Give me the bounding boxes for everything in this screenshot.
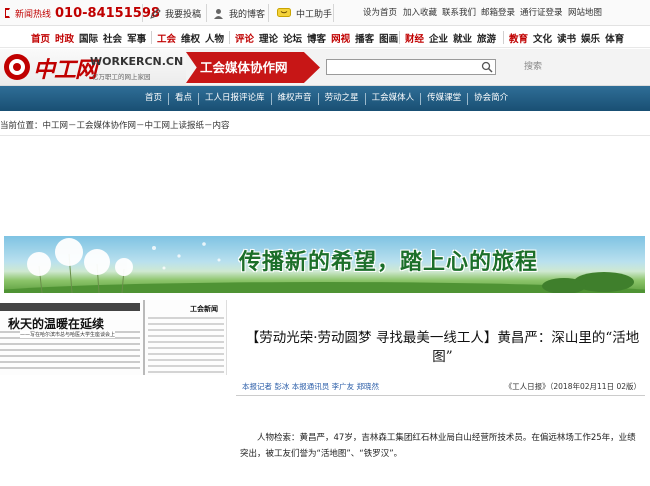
cat-link[interactable]: 国际 [79, 31, 98, 45]
divider [503, 31, 504, 44]
cat-link[interactable]: 就业 [453, 31, 472, 45]
blog-link[interactable]: 我的博客 [213, 0, 265, 26]
thumb-headline: 秋天的温暖在延续 [8, 317, 105, 331]
category-group-news: 首页 时政 国际 社会 军事 [31, 27, 151, 48]
divider [0, 135, 650, 136]
cat-link[interactable]: 网视 [331, 31, 350, 45]
user-icon [214, 8, 223, 19]
divider [268, 4, 269, 22]
cat-link[interactable]: 图画 [379, 31, 398, 45]
cat-link[interactable]: 文化 [533, 31, 552, 45]
link-passport-login[interactable]: 通行证登录 [520, 0, 563, 26]
cat-link[interactable]: 理论 [259, 31, 278, 45]
emblem-icon [4, 54, 30, 80]
nav-media-class[interactable]: 传媒课堂 [421, 86, 467, 111]
breadcrumb: 当前位置：中工网－工会媒体协作网－中工网上读报纸－内容 [0, 121, 230, 131]
divider [333, 4, 334, 22]
search-button[interactable]: 搜索 [516, 59, 550, 75]
cat-link[interactable]: 播客 [355, 31, 374, 45]
cat-link[interactable]: 财经 [405, 31, 424, 45]
article-source: 《工人日报》（2018年02月11日 02版） [504, 382, 641, 391]
hotline-number: 010-84151598 [55, 5, 160, 21]
site-header: 中工网 WORKERCN.CN 亿万职工的网上家园 工会媒体协作网 搜索 [0, 49, 650, 86]
category-group-culture: 教育 文化 读书 娱乐 体育 [509, 27, 629, 48]
category-group-opinion: 评论 理论 论坛 博客 网视 播客 图画 [235, 27, 403, 48]
link-set-homepage[interactable]: 设为首页 [363, 0, 397, 26]
category-group-finance: 财经 企业 就业 旅游 [405, 27, 501, 48]
cat-link[interactable]: 教育 [509, 31, 528, 45]
cat-link[interactable]: 人物 [205, 31, 224, 45]
cat-link[interactable]: 首页 [31, 31, 50, 45]
cat-link[interactable]: 工会 [157, 31, 176, 45]
assistant-label: 中工助手 [296, 9, 333, 20]
divider [399, 31, 400, 44]
cat-link[interactable]: 读书 [557, 31, 576, 45]
main-nav: 首页 看点 工人日报评论库 维权声音 劳动之星 工会媒体人 传媒课堂 协会简介 [0, 86, 650, 111]
cat-link[interactable]: 军事 [127, 31, 146, 45]
submit-label: 我要投稿 [165, 9, 202, 20]
cat-link[interactable]: 维权 [181, 31, 200, 45]
cat-link[interactable]: 评论 [235, 31, 254, 45]
logo[interactable]: 中工网 WORKERCN.CN 亿万职工的网上家园 [0, 49, 186, 85]
promo-banner[interactable]: 传播新的希望，踏上心的旅程 [4, 236, 645, 293]
phone-icon [5, 8, 10, 18]
newspaper-thumbnail[interactable]: 秋天的温暖在延续 ——写在哈尔滨市总与哈医大学生座谈会上 工会新闻 [0, 300, 227, 375]
link-mail-login[interactable]: 邮箱登录 [481, 0, 515, 26]
hotline: 新闻热线 010-84151598 [3, 0, 160, 26]
cat-link[interactable]: 时政 [55, 31, 74, 45]
hotline-label: 新闻热线 [15, 9, 52, 20]
cat-link[interactable]: 社会 [103, 31, 122, 45]
logo-domain: WORKERCN.CN [90, 55, 184, 68]
divider [142, 4, 143, 22]
divider [151, 31, 152, 44]
search-icon[interactable] [481, 61, 493, 73]
nav-home[interactable]: 首页 [139, 86, 168, 111]
article-byline[interactable]: 本报记者 彭冰 本报通讯员 李广友 郑晓然 [242, 381, 379, 392]
cat-link[interactable]: 论坛 [283, 31, 302, 45]
top-utility-bar: 新闻热线 010-84151598 我要投稿 我的博客 中工助手 设为首页 加入… [0, 0, 650, 26]
blog-label: 我的博客 [229, 9, 266, 20]
section-title[interactable]: 工会媒体协作网 [186, 52, 320, 83]
link-add-favorite[interactable]: 加入收藏 [403, 0, 437, 26]
article-paragraph: 人物检索：黄昌严，47岁，吉林森工集团红石林业局白山经营所技术员。在偏远林场工作… [240, 433, 636, 459]
link-contact[interactable]: 联系我们 [442, 0, 476, 26]
logo-tagline: 亿万职工的网上家园 [92, 73, 151, 81]
nav-about[interactable]: 协会简介 [468, 86, 514, 111]
cat-link[interactable]: 娱乐 [581, 31, 600, 45]
logo-chinese: 中工网 [33, 57, 97, 83]
nav-rights[interactable]: 维权声音 [272, 86, 318, 111]
article-meta: 本报记者 彭冰 本报通讯员 李广友 郑晓然 《工人日报》（2018年02月11日… [236, 377, 645, 396]
main-nav-items: 首页 看点 工人日报评论库 维权声音 劳动之星 工会媒体人 传媒课堂 协会简介 [139, 86, 514, 111]
thumb-subline: ——写在哈尔滨市总与哈医大学生座谈会上 [20, 331, 116, 338]
cat-link[interactable]: 企业 [429, 31, 448, 45]
category-nav: 首页 时政 国际 社会 军事 工会 维权 人物 评论 理论 论坛 博客 网视 播… [0, 27, 650, 48]
chat-icon [277, 8, 291, 17]
nav-commentary[interactable]: 工人日报评论库 [199, 86, 271, 111]
divider [229, 31, 230, 44]
banner-slogan: 传播新的希望，踏上心的旅程 [239, 249, 539, 275]
nav-labor-stars[interactable]: 劳动之星 [319, 86, 365, 111]
pencil-icon [150, 7, 161, 19]
nav-highlights[interactable]: 看点 [169, 86, 198, 111]
category-group-union: 工会 维权 人物 [157, 27, 229, 48]
thumb-masthead: 工会新闻 [190, 305, 218, 313]
cat-link[interactable]: 旅游 [477, 31, 496, 45]
link-sitemap[interactable]: 网站地图 [568, 0, 602, 26]
article-title: 【劳动光荣·劳动圆梦 寻找最美一线工人】黄昌严：深山里的“活地图” [245, 330, 640, 365]
cat-link[interactable]: 博客 [307, 31, 326, 45]
submit-link[interactable]: 我要投稿 [150, 0, 201, 26]
divider [206, 4, 207, 22]
cat-link[interactable]: 体育 [605, 31, 624, 45]
assistant-link[interactable]: 中工助手 [277, 0, 332, 26]
search-input[interactable] [326, 59, 496, 75]
nav-media-people[interactable]: 工会媒体人 [366, 86, 421, 111]
